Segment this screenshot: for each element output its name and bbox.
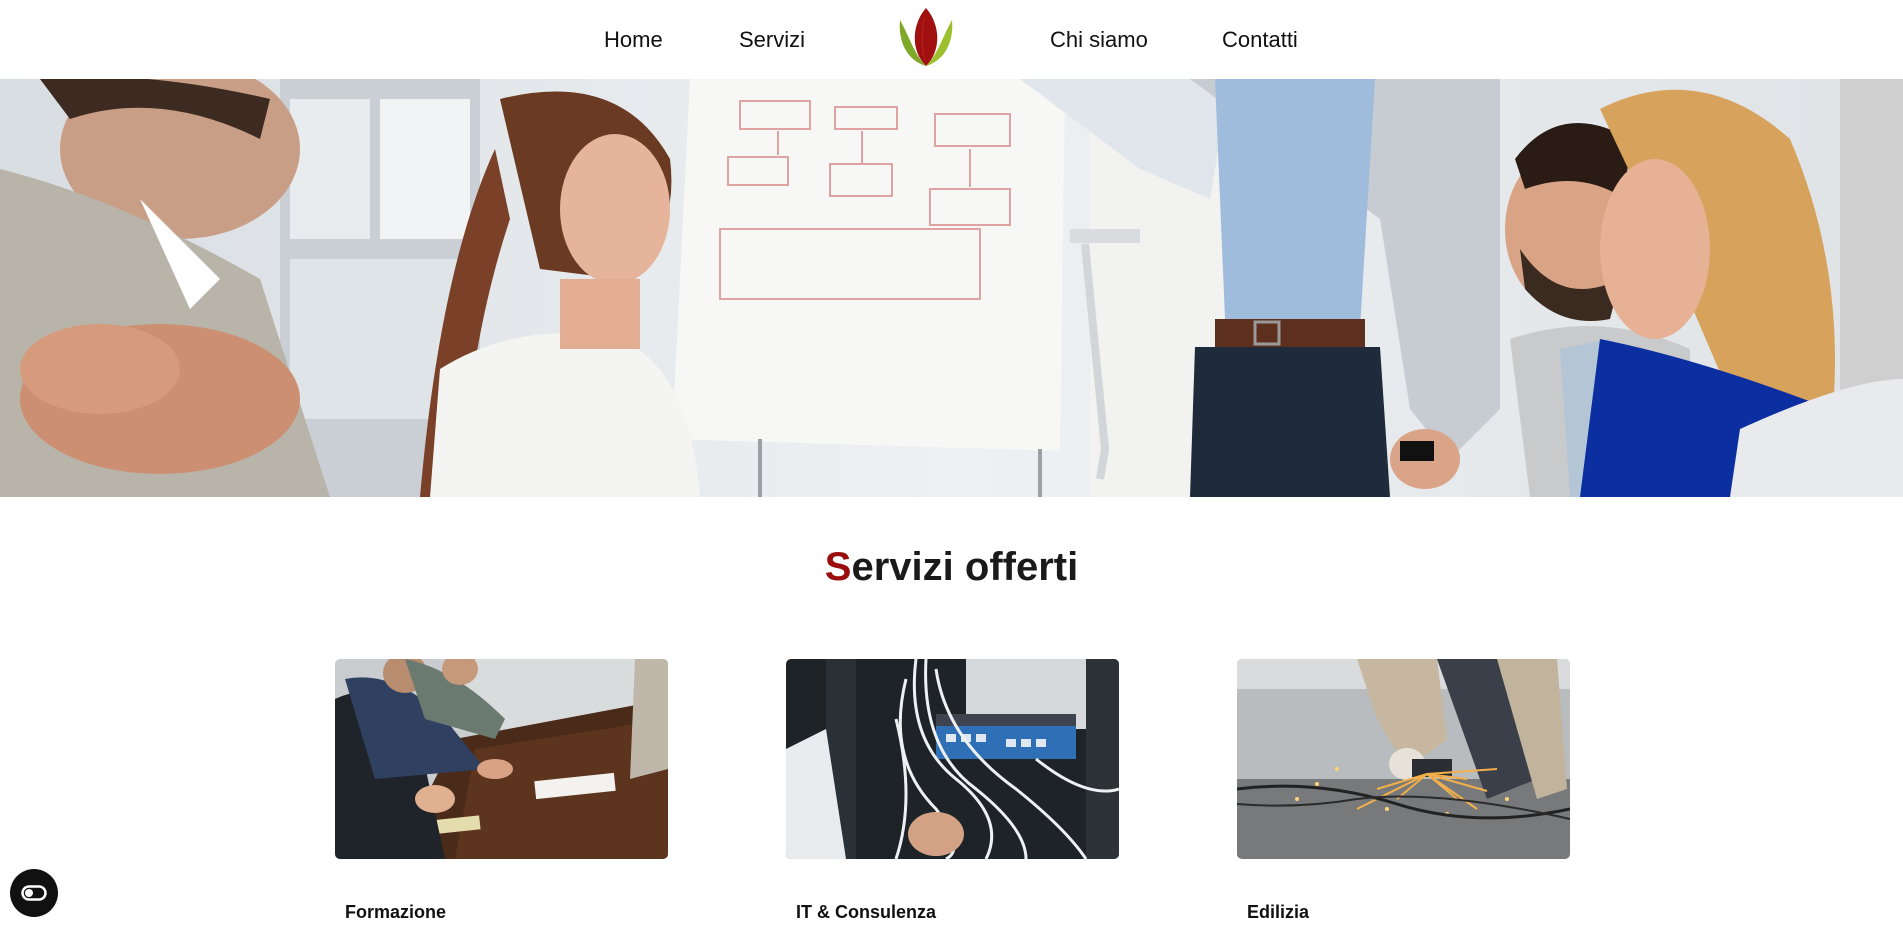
card-formazione-image[interactable] bbox=[335, 659, 668, 859]
nav-contatti-link[interactable]: Contatti bbox=[1222, 26, 1298, 54]
hero-banner-image bbox=[0, 79, 1903, 497]
card-it-consulenza-image[interactable] bbox=[786, 659, 1119, 859]
card-formazione-label[interactable]: Formazione bbox=[345, 901, 446, 923]
lotus-logo-icon[interactable] bbox=[896, 6, 956, 68]
section-title-initial: S bbox=[824, 545, 852, 589]
card-edilizia-label[interactable]: Edilizia bbox=[1247, 901, 1309, 923]
nav-servizi-link[interactable]: Servizi bbox=[739, 26, 805, 54]
nav-home-link[interactable]: Home bbox=[604, 26, 663, 54]
top-navigation: Home Servizi Chi siamo Contatti bbox=[0, 0, 1903, 79]
card-edilizia-image[interactable] bbox=[1237, 659, 1570, 859]
accessibility-toggle-icon bbox=[21, 885, 47, 901]
accessibility-toggle-button[interactable] bbox=[10, 869, 58, 917]
card-it-consulenza-label[interactable]: IT & Consulenza bbox=[796, 901, 936, 923]
section-title-rest: ervizi offerti bbox=[851, 545, 1079, 589]
section-title: Servizi offerti bbox=[0, 543, 1903, 591]
nav-chi-siamo-link[interactable]: Chi siamo bbox=[1050, 26, 1148, 54]
